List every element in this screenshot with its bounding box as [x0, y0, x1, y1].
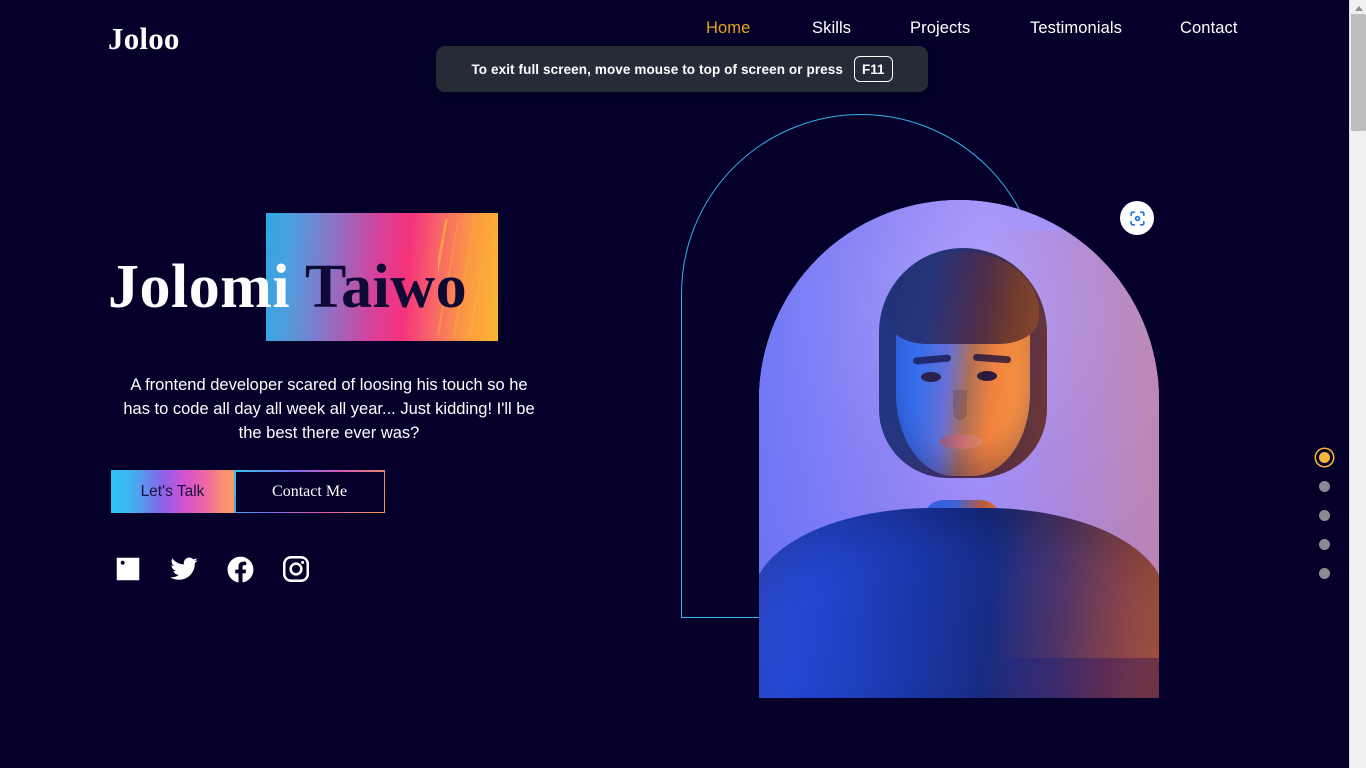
scrollbar-thumb[interactable] — [1351, 14, 1366, 131]
headline-wrapper: Jolomi Taiwo — [108, 205, 548, 345]
portrait-nose — [953, 390, 967, 420]
fullscreen-toast-message: To exit full screen, move mouse to top o… — [471, 61, 843, 77]
nav-item-projects[interactable]: Projects — [910, 19, 970, 38]
section-dot-1[interactable] — [1319, 452, 1330, 463]
fullscreen-toast-key: F11 — [854, 56, 893, 82]
headline-last-name: Taiwo — [304, 253, 468, 321]
nav-item-skills[interactable]: Skills — [812, 19, 851, 38]
contact-me-button[interactable]: Contact Me — [235, 471, 384, 512]
page-title: Jolomi Taiwo — [108, 251, 467, 323]
section-dot-5[interactable] — [1319, 568, 1330, 579]
linkedin-icon[interactable] — [112, 553, 144, 585]
portrait-eye-left — [921, 372, 941, 382]
lets-talk-button[interactable]: Let's Talk — [111, 470, 234, 513]
twitter-icon[interactable] — [168, 553, 200, 585]
portrait-lips — [939, 434, 983, 449]
fullscreen-toast: To exit full screen, move mouse to top o… — [436, 46, 928, 92]
portrait-torso — [759, 508, 1159, 698]
brand-logo[interactable]: Joloo — [108, 21, 180, 57]
hero-actions: Let's Talk Contact Me — [111, 470, 386, 514]
nav-item-contact[interactable]: Contact — [1180, 19, 1238, 38]
section-dot-nav — [1319, 452, 1330, 579]
facebook-icon[interactable] — [224, 553, 256, 585]
instagram-icon[interactable] — [280, 553, 312, 585]
hero-portrait-photo — [759, 200, 1159, 698]
portrait-eye-right — [977, 371, 997, 381]
headline-first-name: Jolomi — [108, 253, 305, 321]
portrait-subject — [759, 200, 1159, 698]
hero-left: Jolomi Taiwo A frontend developer scared… — [108, 205, 548, 582]
section-dot-3[interactable] — [1319, 510, 1330, 521]
section-dot-2[interactable] — [1319, 481, 1330, 492]
vertical-scrollbar[interactable] — [1349, 0, 1366, 768]
section-dot-4[interactable] — [1319, 539, 1330, 550]
hero-description: A frontend developer scared of loosing h… — [123, 376, 535, 442]
contact-me-button-border: Contact Me — [234, 470, 386, 514]
visual-search-icon[interactable] — [1120, 201, 1154, 235]
nav-item-home[interactable]: Home — [706, 19, 750, 38]
nav-item-testimonials[interactable]: Testimonials — [1030, 19, 1122, 38]
social-links — [112, 553, 312, 585]
page-root: Joloo Home Skills Projects Testimonials … — [0, 0, 1366, 768]
